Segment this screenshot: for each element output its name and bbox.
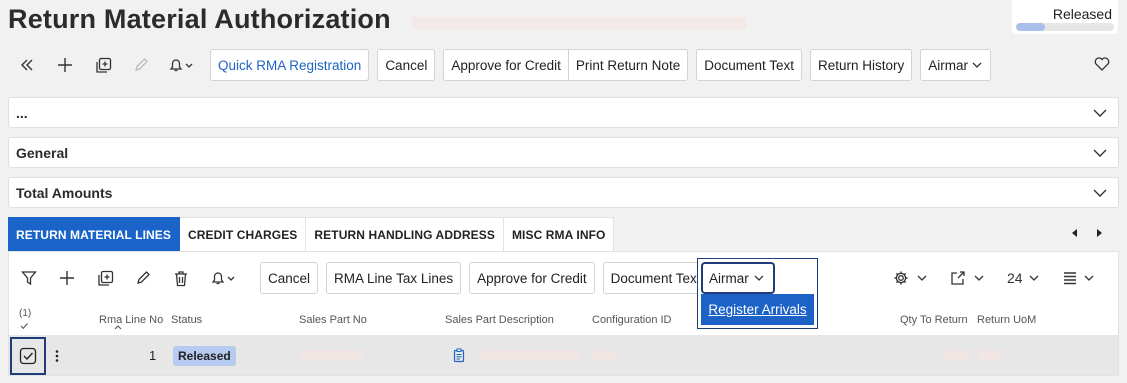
- list-lines-icon: [1063, 272, 1076, 285]
- col-header-status[interactable]: Status: [171, 314, 202, 326]
- chevron-down-icon: [1084, 275, 1094, 281]
- panel-general-label: General: [16, 144, 69, 161]
- status-progress-bar: [1016, 23, 1114, 31]
- trash-icon[interactable]: [162, 261, 200, 295]
- filter-icon[interactable]: [10, 261, 48, 295]
- approve-for-credit-button[interactable]: Approve for Credit: [443, 49, 569, 81]
- gear-icon: [894, 271, 908, 285]
- plus-icon[interactable]: [48, 261, 86, 295]
- chevron-down-icon: [1093, 109, 1107, 117]
- airmar-dropdown: Airmar Register Arrivals: [697, 258, 818, 329]
- grid-toolbar: Cancel RMA Line Tax Lines Approve for Cr…: [10, 262, 716, 294]
- grid-document-text-button[interactable]: Document Text: [602, 262, 709, 294]
- bell-icon[interactable]: [160, 48, 202, 82]
- row-select-checkbox[interactable]: [10, 337, 46, 375]
- status-badge: Released: [173, 346, 236, 366]
- grid-right-tools: 24: [893, 262, 1097, 294]
- checkbox-checked-icon: [19, 347, 37, 365]
- panel-more[interactable]: ...: [8, 97, 1119, 128]
- grid-approve-for-credit-button[interactable]: Approve for Credit: [469, 262, 595, 294]
- col-header-return-uom[interactable]: Return UoM: [977, 314, 1036, 326]
- plus-icon[interactable]: [46, 48, 84, 82]
- tab-scroll-left-icon[interactable]: [1070, 227, 1080, 239]
- rma-line-tax-lines-button[interactable]: RMA Line Tax Lines: [326, 262, 462, 294]
- main-toolbar: Quick RMA Registration Cancel Approve fo…: [8, 48, 992, 82]
- col-header-qty-to-return[interactable]: Qty To Return: [900, 314, 968, 326]
- clipboard-icon[interactable]: [453, 348, 465, 363]
- col-header-sales-part-description[interactable]: Sales Part Description: [445, 314, 554, 326]
- status-text: Released: [1052, 6, 1112, 22]
- grid-cancel-button[interactable]: Cancel: [260, 262, 319, 294]
- sort-ascending-icon[interactable]: [113, 323, 123, 331]
- airmar-menu-label: Airmar: [928, 57, 969, 73]
- status-progress-fill: [1016, 23, 1046, 31]
- print-return-note-button[interactable]: Print Return Note: [568, 49, 689, 81]
- panel-total-amounts-label: Total Amounts: [16, 184, 113, 201]
- redacted-qty-to-return: [945, 350, 969, 360]
- tab-credit-charges[interactable]: CREDIT CHARGES: [180, 217, 307, 251]
- export-icon: [951, 271, 965, 285]
- export-menu[interactable]: [950, 270, 987, 286]
- col-header-sales-part-no[interactable]: Sales Part No: [299, 314, 367, 326]
- page-size-select[interactable]: 24: [1007, 270, 1042, 286]
- tab-bar: RETURN MATERIAL LINES CREDIT CHARGES RET…: [8, 217, 615, 251]
- airmar-dropdown-trigger[interactable]: Airmar: [701, 262, 775, 294]
- chevron-down-icon: [754, 275, 764, 281]
- col-header-rma-line-no[interactable]: Rma Line No: [99, 314, 163, 326]
- bell-icon[interactable]: [200, 261, 246, 295]
- airmar-menu-button[interactable]: Airmar: [920, 49, 992, 81]
- panel-more-label: ...: [16, 104, 28, 121]
- chevron-down-icon: [974, 275, 984, 281]
- duplicate-icon[interactable]: [84, 48, 122, 82]
- page-size-value: 24: [1007, 270, 1023, 286]
- duplicate-icon[interactable]: [86, 261, 124, 295]
- collapse-left-icon[interactable]: [8, 48, 46, 82]
- tab-return-handling-address[interactable]: RETURN HANDLING ADDRESS: [306, 217, 504, 251]
- tab-scroll-arrows: [1070, 227, 1104, 239]
- panel-total-amounts[interactable]: Total Amounts: [8, 177, 1119, 208]
- tab-misc-rma-info[interactable]: MISC RMA INFO: [503, 217, 615, 251]
- selected-count: (1): [19, 308, 32, 319]
- return-history-button[interactable]: Return History: [810, 49, 913, 81]
- chevron-down-icon: [972, 62, 982, 68]
- col-header-configuration-id[interactable]: Configuration ID: [592, 314, 672, 326]
- status-card: Released: [1012, 0, 1118, 34]
- favorite-heart-icon[interactable]: [1093, 55, 1111, 78]
- view-density-menu[interactable]: [1062, 271, 1097, 285]
- redacted-return-uom: [979, 350, 1001, 360]
- chevron-down-icon: [917, 275, 927, 281]
- select-all-check-icon[interactable]: [19, 321, 29, 331]
- airmar-dropdown-label: Airmar: [709, 270, 749, 286]
- redacted-configuration-id: [593, 350, 616, 360]
- document-text-button[interactable]: Document Text: [696, 49, 802, 81]
- panel-general[interactable]: General: [8, 137, 1119, 168]
- cell-rma-line-no: 1: [149, 348, 157, 363]
- settings-menu[interactable]: [893, 270, 930, 286]
- title-placeholder: [412, 17, 747, 30]
- edit-icon[interactable]: [122, 48, 160, 82]
- tab-scroll-right-icon[interactable]: [1094, 227, 1104, 239]
- chevron-down-icon: [1093, 189, 1107, 197]
- chevron-down-icon: [1029, 275, 1039, 281]
- edit-icon[interactable]: [124, 261, 162, 295]
- register-arrivals-menu-item[interactable]: Register Arrivals: [701, 294, 814, 325]
- cancel-button[interactable]: Cancel: [377, 49, 436, 81]
- redacted-sales-part-no: [300, 350, 362, 360]
- redacted-sales-part-description: [481, 350, 579, 360]
- quick-rma-registration-button[interactable]: Quick RMA Registration: [210, 49, 370, 81]
- row-menu-icon[interactable]: [54, 349, 60, 363]
- chevron-down-icon: [1093, 149, 1107, 157]
- tab-return-material-lines[interactable]: RETURN MATERIAL LINES: [8, 217, 180, 251]
- page-title: Return Material Authorization: [8, 4, 391, 34]
